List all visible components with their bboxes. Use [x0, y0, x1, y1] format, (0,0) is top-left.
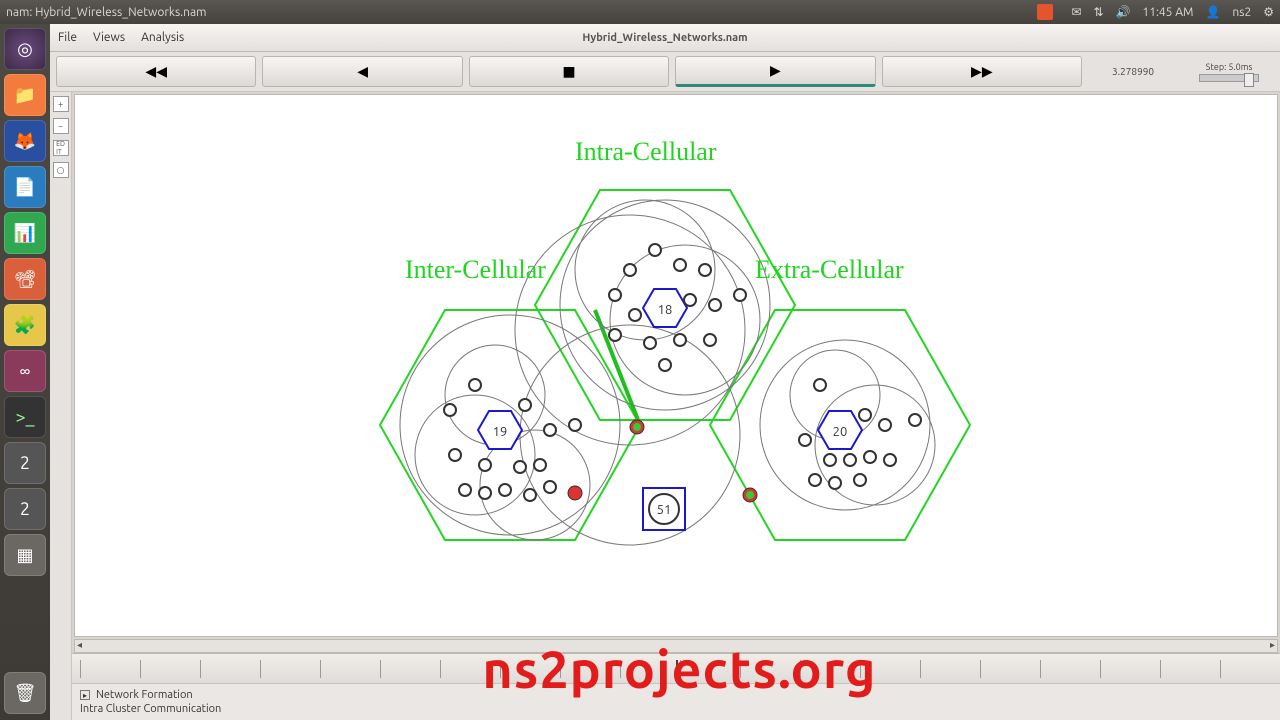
canvas-wrap: Intra-Cellular Inter-Cellular Extra-Cell… [72, 92, 1280, 720]
launcher-update-icon[interactable]: ∞ [4, 350, 46, 392]
launcher-files-icon[interactable]: 📁 [4, 74, 46, 116]
status-panel: ▸ Network Formation Intra Cluster Commun… [72, 683, 1280, 720]
config-icon[interactable]: EDIT [53, 140, 69, 156]
bs-left-label: 19 [493, 425, 508, 439]
step-label: Step: 5.0ms [1206, 62, 1253, 72]
step-slider[interactable] [1199, 74, 1259, 82]
clock-label[interactable]: 11:45 AM [1142, 6, 1193, 19]
bs-top-label: 18 [658, 303, 673, 317]
mail-icon[interactable]: ✉ [1071, 5, 1081, 19]
doc-title-label: Hybrid_Wireless_Networks.nam [582, 32, 747, 44]
step-back-button[interactable]: ◀ [262, 56, 462, 87]
app-body: + − EDIT ○ Intra-Cellular Inter-Cellular… [50, 92, 1280, 720]
reset-icon[interactable]: ○ [53, 162, 69, 178]
simulation-svg: 18 19 20 51 [75, 95, 1275, 585]
timeline-ticks [80, 660, 1272, 678]
launcher-terminal-icon[interactable]: >_ [4, 396, 46, 438]
simulation-canvas[interactable]: Intra-Cellular Inter-Cellular Extra-Cell… [74, 94, 1278, 637]
label-inter: Inter-Cellular [405, 255, 546, 285]
close-indicator-icon[interactable] [1037, 4, 1053, 20]
launcher-trash-icon[interactable]: 🗑 [4, 672, 46, 714]
view-toolbar: + − EDIT ○ [50, 92, 72, 720]
play-button[interactable]: ▶ [675, 56, 875, 87]
status-text-2: Intra Cluster Communication [80, 703, 221, 715]
playback-toolbar: ◀◀ ◀ ■ ▶ ▶▶ 3.278990 Step: 5.0ms [50, 52, 1280, 92]
canvas-hscroll[interactable] [74, 639, 1278, 653]
launcher-dash-icon[interactable]: ◎ [4, 28, 46, 70]
volume-icon[interactable]: 🔊 [1115, 5, 1130, 19]
menu-views[interactable]: Views [93, 31, 125, 44]
step-control[interactable]: Step: 5.0ms [1184, 56, 1274, 87]
svg-text:51: 51 [657, 503, 672, 517]
app-menubar: File Views Analysis Hybrid_Wireless_Netw… [50, 24, 1280, 52]
launcher-calc-icon[interactable]: 📊 [4, 212, 46, 254]
timeline[interactable] [72, 653, 1280, 683]
launcher-firefox-icon[interactable]: 🦊 [4, 120, 46, 162]
rewind-button[interactable]: ◀◀ [56, 56, 256, 87]
timeline-marker[interactable] [676, 660, 678, 678]
time-display: 3.278990 [1088, 56, 1178, 87]
status-row-1: ▸ Network Formation [80, 688, 1272, 702]
label-extra: Extra-Cellular [755, 255, 904, 285]
user-label[interactable]: ns2 [1232, 6, 1251, 19]
label-intra: Intra-Cellular [575, 137, 717, 167]
menu-analysis[interactable]: Analysis [141, 31, 184, 44]
launcher-app2-icon[interactable]: 2 [4, 488, 46, 530]
launcher-app1-icon[interactable]: 2 [4, 442, 46, 484]
expand-icon[interactable]: ▸ [80, 690, 90, 700]
sink-node: 51 [643, 488, 685, 530]
launcher-software-icon[interactable]: 🧩 [4, 304, 46, 346]
status-row-2: Intra Cluster Communication [80, 702, 1272, 716]
nam-window: File Views Analysis Hybrid_Wireless_Netw… [50, 24, 1280, 720]
launcher-writer-icon[interactable]: 📄 [4, 166, 46, 208]
launcher-workspace-icon[interactable]: ▦ [4, 534, 46, 576]
system-menubar: nam: Hybrid_Wireless_Networks.nam ✉ ⇅ 🔊 … [0, 0, 1280, 24]
zoom-out-icon[interactable]: − [53, 118, 69, 134]
status-text-1: Network Formation [96, 689, 193, 701]
system-tray: ✉ ⇅ 🔊 11:45 AM 👤 ns2 ⚙ [1037, 4, 1274, 20]
bs-right-label: 20 [833, 425, 848, 439]
zoom-in-icon[interactable]: + [53, 96, 69, 112]
user-icon[interactable]: 👤 [1205, 5, 1220, 19]
stop-button[interactable]: ■ [469, 56, 669, 87]
network-icon[interactable]: ⇅ [1093, 5, 1103, 19]
launcher-impress-icon[interactable]: 📽 [4, 258, 46, 300]
unity-launcher: ◎ 📁 🦊 📄 📊 📽 🧩 ∞ >_ 2 2 ▦ 🗑 [0, 24, 50, 720]
link-intra-inter [595, 310, 640, 425]
fast-forward-button[interactable]: ▶▶ [882, 56, 1082, 87]
menu-file[interactable]: File [58, 31, 77, 44]
gear-icon[interactable]: ⚙ [1263, 5, 1274, 19]
window-title: nam: Hybrid_Wireless_Networks.nam [6, 6, 207, 19]
